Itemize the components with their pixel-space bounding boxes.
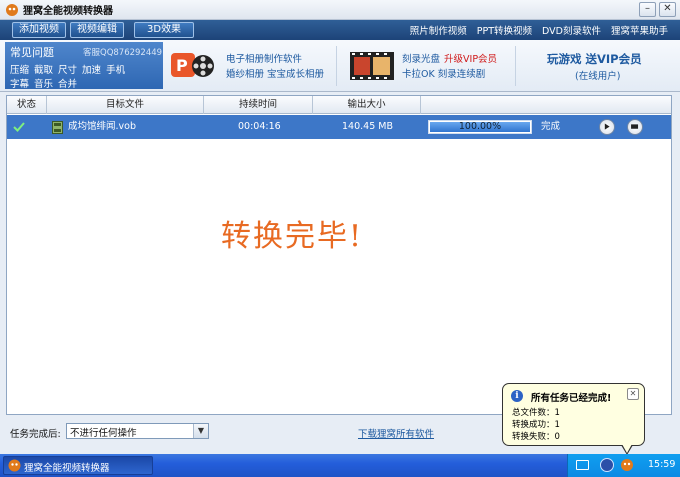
open-folder-icon[interactable]: [627, 119, 643, 135]
balloon-success: 转换成功：1: [512, 420, 560, 430]
film-strip-icon: [350, 52, 394, 80]
row-filename: 成均馆绯闻.vob: [68, 121, 136, 132]
link-dvd-burn[interactable]: DVD刻录软件: [542, 23, 601, 37]
after-task-value: 不进行任何操作: [70, 428, 137, 439]
col-output-size[interactable]: 输出大小: [313, 96, 421, 114]
col-target-file[interactable]: 目标文件: [47, 96, 204, 114]
photo-album-icon: P: [171, 53, 214, 77]
window-controls: – ✕: [639, 2, 676, 17]
promo-burn-disc[interactable]: 刻录光盘 升级VIP会员: [402, 51, 497, 65]
row-state: 完成: [541, 121, 561, 132]
balloon-title: 所有任务已经完成!: [531, 393, 612, 404]
clock[interactable]: 15:59: [648, 459, 675, 470]
link-photo-video[interactable]: 照片制作视频: [410, 23, 467, 37]
promo-burn-label: 刻录光盘: [402, 54, 441, 65]
promo-banner: 常见问题 客服QQ876292449 压缩 截取 尺寸 加速 手机 字幕 音乐 …: [0, 40, 680, 92]
add-video-button[interactable]: 添加视频: [12, 22, 66, 38]
banner-divider: [515, 46, 516, 86]
app-logo-icon: [6, 3, 18, 16]
conversion-progress-bar: 100.00%: [428, 120, 532, 134]
window-title: 狸窝全能视频转换器: [23, 6, 113, 17]
col-duration[interactable]: 持续时间: [204, 96, 313, 114]
download-all-link[interactable]: 下载狸窝所有软件: [358, 426, 434, 440]
toolbar: 添加视频 视频编辑 3D效果 照片制作视频 PPT转换视频 DVD刻录软件 狸窝…: [0, 20, 680, 40]
row-duration: 00:04:16: [238, 121, 281, 132]
3d-effect-button[interactable]: 3D效果: [134, 22, 195, 38]
taskbar: 狸窝全能视频转换器 15:59: [0, 454, 680, 477]
balloon-failed: 转换失败：0: [512, 432, 560, 442]
keyboard-icon[interactable]: [576, 460, 589, 470]
link-apple-helper[interactable]: 狸窝苹果助手: [611, 23, 668, 37]
promo-game-vip[interactable]: 玩游戏 送VIP会员: [547, 51, 642, 67]
video-file-icon: [52, 121, 63, 134]
conversion-complete-message: 转换完毕!: [221, 219, 364, 254]
taskbar-app-button[interactable]: 狸窝全能视频转换器: [3, 456, 153, 475]
system-tray: 15:59: [567, 454, 680, 477]
app-tray-icon[interactable]: [620, 458, 634, 472]
faq-links-row2[interactable]: 字幕 音乐 合并: [10, 76, 77, 90]
vip-upgrade-link[interactable]: 升级VIP会员: [444, 54, 497, 65]
title-bar: 狸窝全能视频转换器 – ✕: [0, 0, 680, 20]
row-size: 140.45 MB: [342, 121, 393, 132]
col-status[interactable]: 状态: [7, 96, 47, 114]
minimize-icon[interactable]: –: [639, 2, 656, 17]
checkmark-icon[interactable]: [12, 120, 26, 134]
progress-label: 100.00%: [458, 121, 502, 132]
info-icon: i: [511, 390, 523, 402]
after-task-select[interactable]: 不进行任何操作 ▼: [66, 423, 209, 439]
svg-text:P: P: [176, 56, 188, 75]
faq-panel: 常见问题 客服QQ876292449 压缩 截取 尺寸 加速 手机 字幕 音乐 …: [5, 42, 163, 90]
balloon-tail-inner: [622, 444, 632, 453]
toolbar-links: 照片制作视频 PPT转换视频 DVD刻录软件 狸窝苹果助手: [410, 20, 668, 40]
faq-links-row1[interactable]: 压缩 截取 尺寸 加速 手机: [10, 62, 125, 76]
table-row[interactable]: 成均馆绯闻.vob 00:04:16 140.45 MB 100.00% 完成: [7, 115, 671, 139]
faq-title[interactable]: 常见问题: [10, 44, 54, 60]
table-header: 状态 目标文件 持续时间 输出大小: [7, 96, 671, 114]
edit-video-button[interactable]: 视频编辑: [70, 22, 124, 38]
promo-online-users: (在线用户): [575, 71, 621, 82]
network-icon[interactable]: [600, 458, 614, 472]
balloon-total-files: 总文件数：1: [512, 408, 560, 418]
promo-album-software[interactable]: 电子相册制作软件: [226, 51, 302, 65]
play-icon[interactable]: [599, 119, 615, 135]
promo-karaoke[interactable]: 卡拉OK 刻录连续剧: [402, 66, 485, 80]
notification-balloon: i 所有任务已经完成! ✕ 总文件数：1 转换成功：1 转换失败：0: [502, 383, 645, 455]
app-logo-icon: [8, 459, 21, 472]
support-qq: 客服QQ876292449: [83, 48, 163, 58]
chevron-down-icon[interactable]: ▼: [193, 424, 208, 438]
close-icon[interactable]: ✕: [627, 388, 639, 400]
promo-album-types[interactable]: 婚纱相册 宝宝成长相册: [226, 66, 324, 80]
taskbar-app-label: 狸窝全能视频转换器: [24, 463, 110, 474]
close-icon[interactable]: ✕: [659, 2, 676, 17]
after-task-label: 任务完成后:: [10, 429, 61, 440]
link-ppt-video[interactable]: PPT转换视频: [477, 23, 532, 37]
task-list: 状态 目标文件 持续时间 输出大小 成均馆绯闻.vob 00:04:16 140…: [6, 95, 672, 415]
banner-divider: [336, 46, 337, 86]
